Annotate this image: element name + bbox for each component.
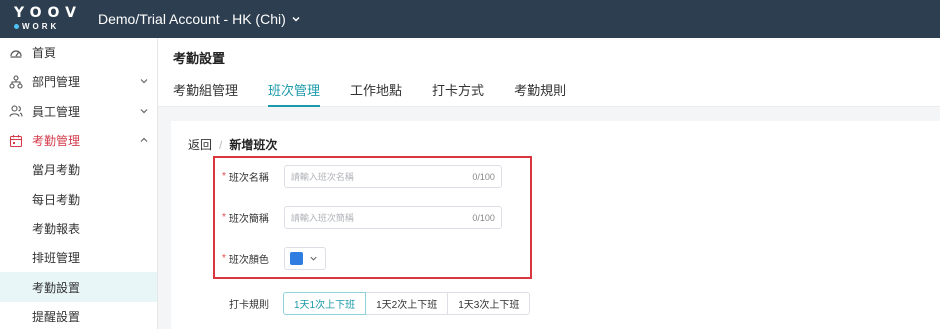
sidebar-item-label: 提醒設置 [32, 309, 81, 324]
shift-short-input[interactable]: 請輸入班次簡稱 0/100 [283, 206, 502, 229]
chevron-down-icon [292, 16, 300, 22]
shift-color-label: 班次顏色 [228, 255, 269, 266]
breadcrumb-separator: / [219, 137, 223, 152]
chevron-down-icon [140, 108, 148, 113]
sidebar-item-departments[interactable]: 部門管理 [0, 67, 157, 96]
chevron-up-icon [140, 137, 148, 142]
required-mark: * [222, 212, 226, 223]
sidebar-item-monthly-attendance[interactable]: 當月考勤 [0, 155, 157, 184]
shift-name-input[interactable]: 請輸入班次名稱 0/100 [283, 165, 502, 188]
sidebar-item-daily-attendance[interactable]: 每日考勤 [0, 184, 157, 213]
sidebar-item-label: 考勤管理 [32, 134, 81, 149]
sidebar: 首頁 部門管理 員工管理 考勤管理 當月考勤 每日考勤 考勤報表 排班管理 考勤… [0, 38, 158, 329]
sidebar-item-label: 考勤報表 [32, 221, 81, 236]
shift-short-label: 班次簡稱 [228, 214, 269, 225]
sidebar-item-label: 每日考勤 [32, 192, 81, 207]
logo-subtext: WORK [14, 22, 59, 31]
chevron-down-icon [310, 256, 317, 261]
tab-shift-management[interactable]: 班次管理 [268, 80, 321, 107]
punch-rule-option-2[interactable]: 1天2次上下班 [365, 292, 449, 315]
form-card: 返回 / 新增班次 * 班次名稱 請輸入班次名稱 0/100 * 班次簡稱 請輸… [171, 121, 940, 329]
shift-name-row: * 班次名稱 請輸入班次名稱 0/100 [222, 165, 502, 188]
top-bar: YOOV WORK Demo/Trial Account - HK (Chi) [0, 0, 940, 38]
sidebar-item-label: 排班管理 [32, 251, 81, 266]
tab-punch-methods[interactable]: 打卡方式 [432, 80, 484, 107]
breadcrumb: 返回 / 新增班次 [188, 136, 277, 153]
tab-work-locations[interactable]: 工作地點 [350, 80, 402, 107]
sidebar-item-label: 考勤設置 [32, 280, 81, 295]
sidebar-item-label: 首頁 [32, 46, 57, 61]
users-icon [9, 104, 23, 118]
account-name: Demo/Trial Account - HK (Chi) [98, 11, 286, 27]
calendar-icon [9, 134, 23, 148]
org-chart-icon [9, 75, 23, 89]
color-picker[interactable] [283, 247, 326, 270]
dashboard-icon [9, 46, 23, 60]
input-placeholder: 請輸入班次名稱 [290, 172, 354, 182]
page-title: 考勤設置 [173, 51, 226, 66]
page-header: 考勤設置 考勤組管理 班次管理 工作地點 打卡方式 考勤規則 [158, 38, 940, 107]
shift-name-label: 班次名稱 [228, 173, 269, 184]
main-content: 考勤設置 考勤組管理 班次管理 工作地點 打卡方式 考勤規則 返回 / 新增班次… [158, 38, 940, 329]
logo-text: YOOV [14, 5, 82, 21]
account-switcher[interactable]: Demo/Trial Account - HK (Chi) [98, 11, 301, 27]
punch-rule-option-1[interactable]: 1天1次上下班 [283, 292, 367, 315]
tab-attendance-rules[interactable]: 考勤規則 [514, 80, 566, 107]
sidebar-item-label: 部門管理 [32, 75, 81, 90]
sidebar-item-label: 員工管理 [32, 104, 81, 119]
yoov-work-logo[interactable]: YOOV WORK [14, 0, 80, 38]
color-swatch [289, 252, 303, 265]
sidebar-item-attendance-settings[interactable]: 考勤設置 [0, 272, 157, 302]
chevron-down-icon [140, 79, 148, 84]
required-mark: * [222, 253, 226, 264]
sidebar-item-home[interactable]: 首頁 [0, 38, 157, 67]
punch-rule-option-3[interactable]: 1天3次上下班 [447, 292, 531, 315]
sidebar-item-attendance-report[interactable]: 考勤報表 [0, 214, 157, 243]
shift-color-row: * 班次顏色 [222, 247, 326, 270]
sidebar-item-label: 當月考勤 [32, 163, 81, 178]
tab-attendance-groups[interactable]: 考勤組管理 [173, 80, 238, 107]
sidebar-item-scheduling[interactable]: 排班管理 [0, 243, 157, 272]
sidebar-item-employees[interactable]: 員工管理 [0, 97, 157, 126]
char-counter: 0/100 [472, 171, 495, 182]
shift-short-row: * 班次簡稱 請輸入班次簡稱 0/100 [222, 206, 502, 229]
punch-rule-row: 打卡規則 1天1次上下班 1天2次上下班 1天3次上下班 [229, 292, 531, 315]
sidebar-item-attendance[interactable]: 考勤管理 [0, 126, 157, 155]
tab-bar: 考勤組管理 班次管理 工作地點 打卡方式 考勤規則 [173, 80, 596, 107]
input-placeholder: 請輸入班次簡稱 [290, 213, 354, 223]
char-counter: 0/100 [472, 212, 495, 223]
breadcrumb-current: 新增班次 [229, 138, 278, 152]
punch-rule-label: 打卡規則 [229, 300, 269, 311]
back-link[interactable]: 返回 [188, 136, 212, 153]
required-mark: * [222, 171, 226, 182]
sidebar-item-reminder-settings[interactable]: 提醒設置 [0, 302, 157, 329]
